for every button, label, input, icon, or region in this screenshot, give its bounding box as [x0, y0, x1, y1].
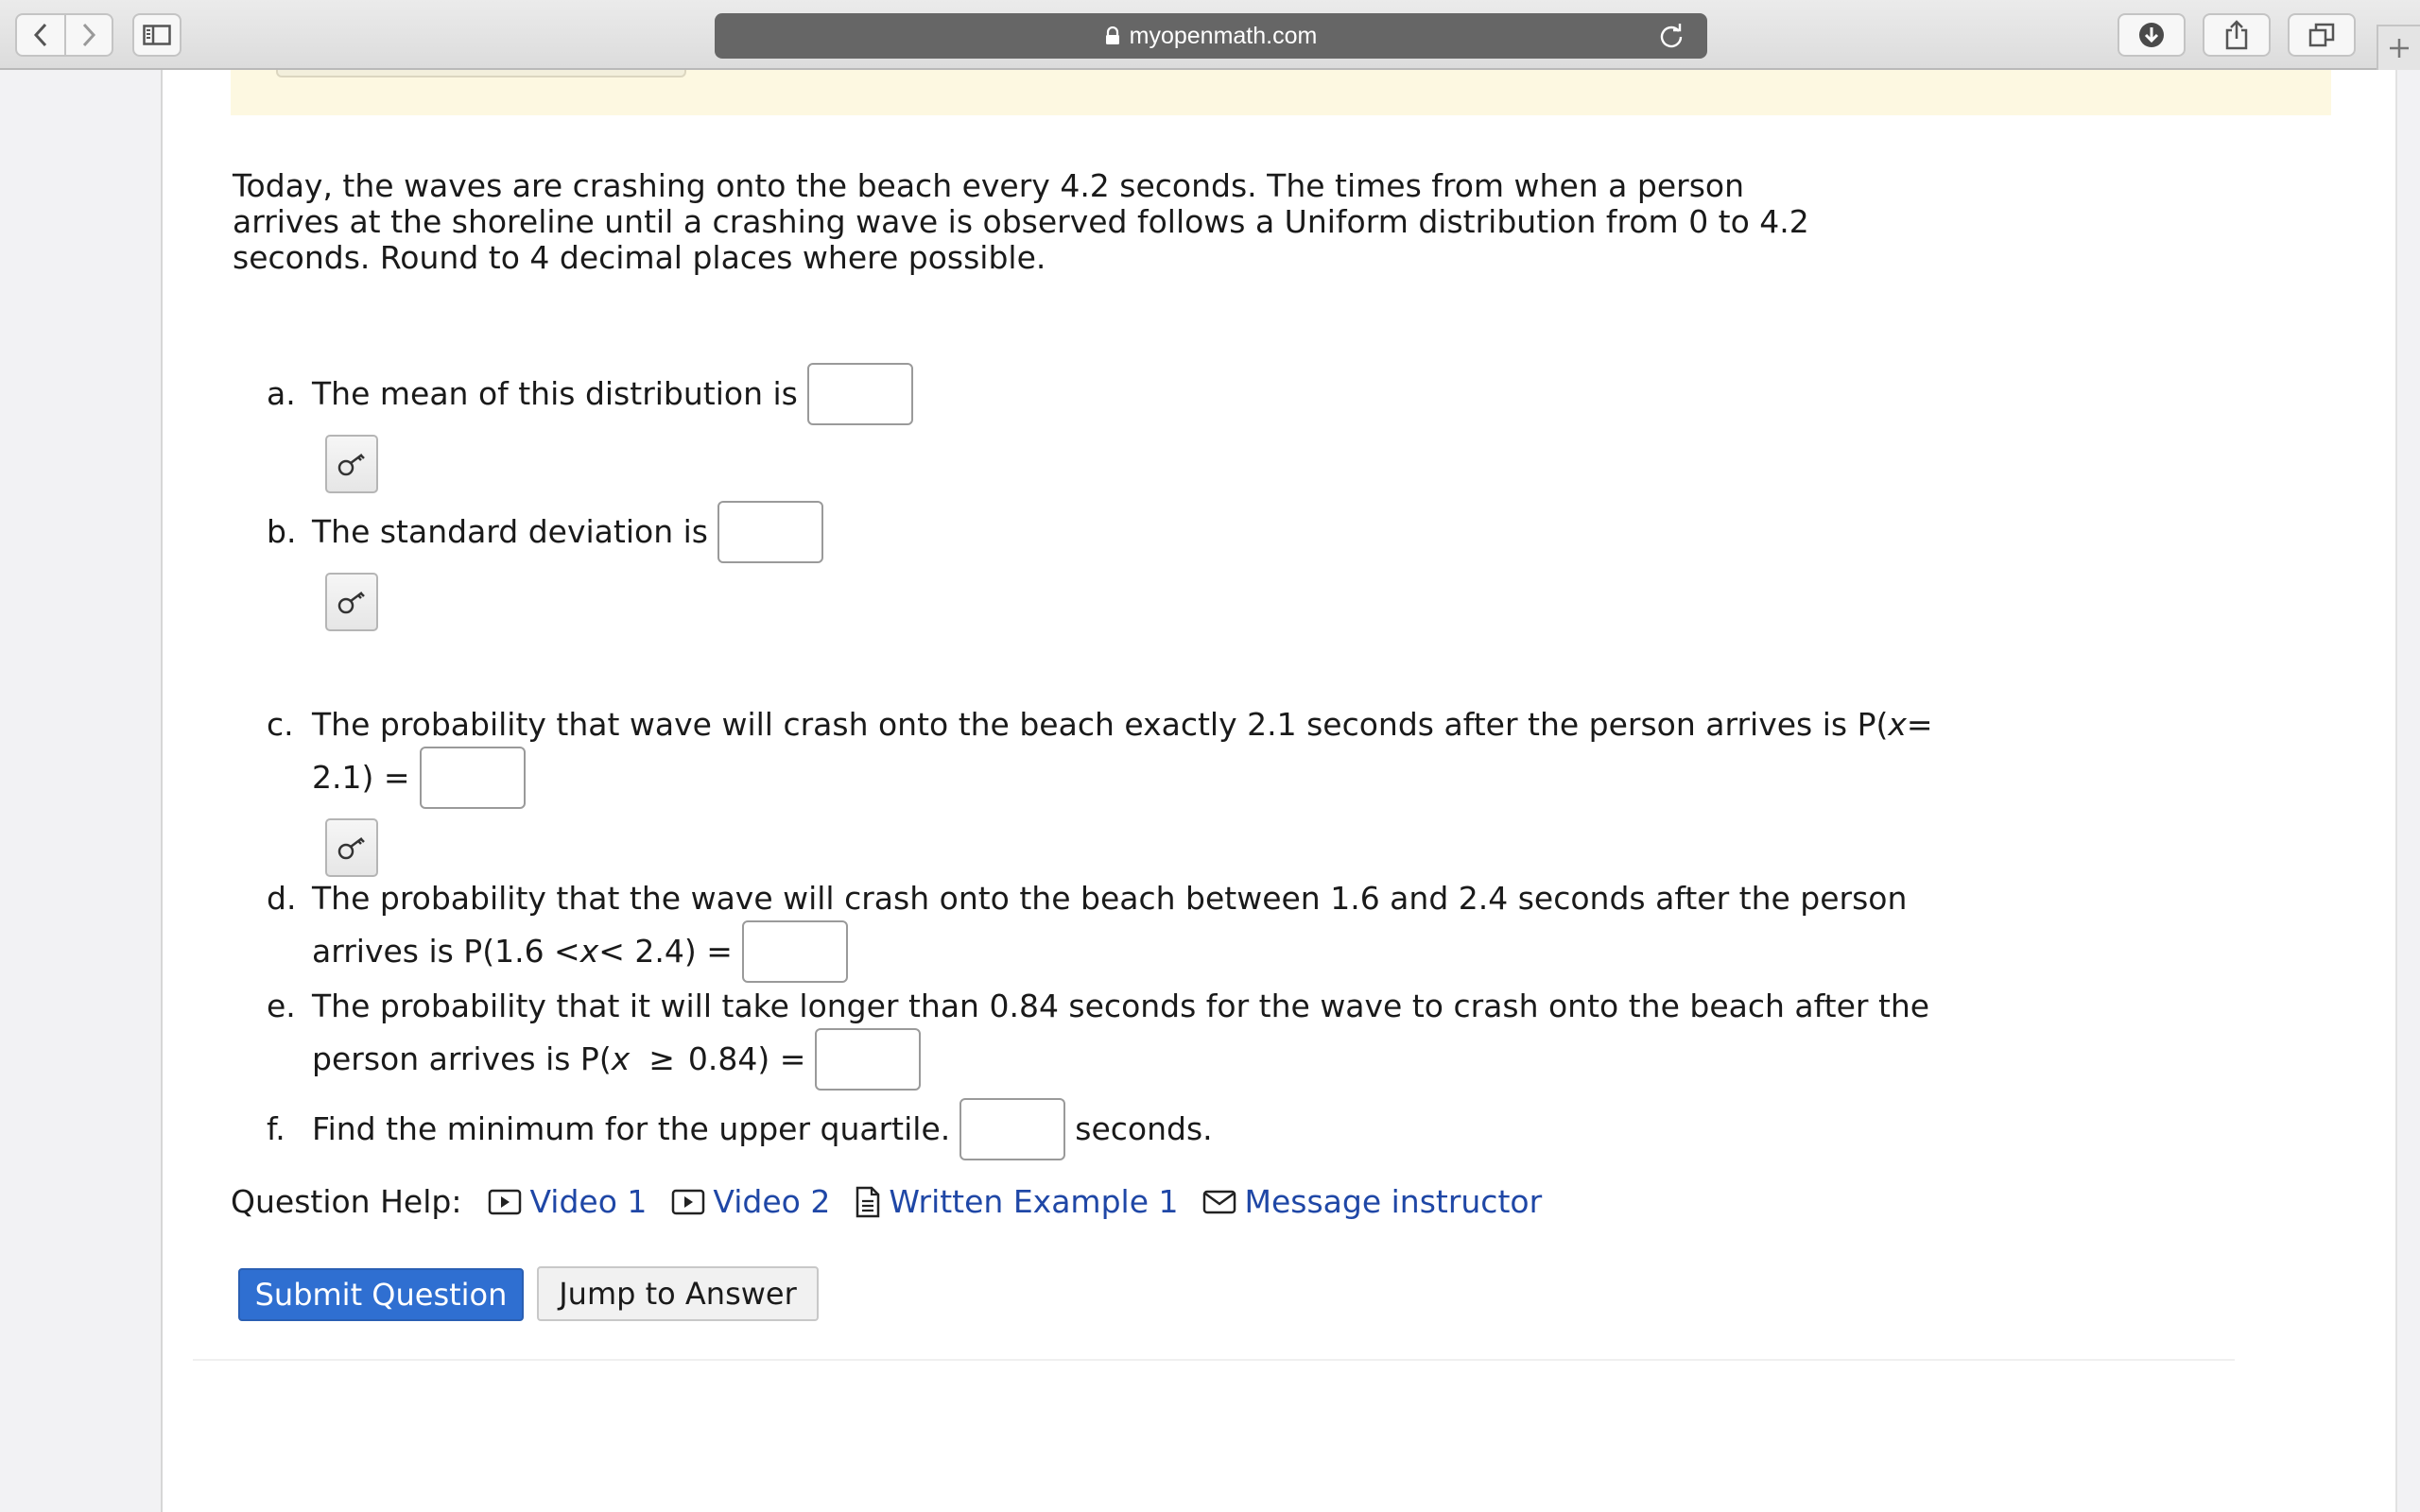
- question-text-post: < 2.4) =: [598, 933, 733, 970]
- help-link-video-2[interactable]: Video 2: [671, 1183, 830, 1221]
- help-link-video-1[interactable]: Video 1: [488, 1183, 647, 1221]
- question-text: The probability that wave will crash ont…: [312, 706, 1889, 743]
- play-icon: [488, 1188, 522, 1216]
- question-d-line2: arrives is P(1.6 < x < 2.4) =: [312, 920, 848, 983]
- tab-overview-button[interactable]: [2288, 13, 2356, 57]
- answer-input-d[interactable]: [741, 920, 848, 983]
- ge-symbol: ≥: [648, 1040, 675, 1077]
- question-help: Question Help: Video 1 Video 2 Written E…: [231, 1183, 1566, 1221]
- question-f: f. Find the minimum for the upper quarti…: [267, 1098, 1213, 1160]
- help-link-label: Message instructor: [1244, 1183, 1543, 1220]
- submit-question-button[interactable]: Submit Question: [238, 1268, 524, 1321]
- question-text: The probability that it will take longer…: [312, 988, 1930, 1024]
- help-link-written-example-1[interactable]: Written Example 1: [855, 1183, 1178, 1221]
- question-letter: c.: [267, 706, 294, 743]
- play-icon: [671, 1188, 705, 1216]
- envelope-icon: [1202, 1189, 1236, 1215]
- question-c-line2: 2.1) =: [312, 747, 526, 809]
- answer-input-e[interactable]: [815, 1028, 922, 1091]
- page-content: Today, the waves are crashing onto the b…: [161, 70, 2397, 1512]
- question-text: Find the minimum for the upper quartile.: [312, 1110, 951, 1147]
- question-d-line1: d. The probability that the wave will cr…: [267, 881, 1907, 917]
- question-text: arrives is P(1.6 <: [312, 933, 580, 970]
- preview-button-b[interactable]: [325, 573, 378, 631]
- lock-icon: [1105, 26, 1120, 45]
- new-tab-button[interactable]: [2377, 25, 2420, 70]
- help-link-label: Written Example 1: [889, 1183, 1179, 1220]
- question-letter: e.: [267, 988, 296, 1024]
- preview-button-c[interactable]: [325, 818, 378, 877]
- question-text: The mean of this distribution is: [312, 375, 798, 412]
- question-text: The probability that the wave will crash…: [312, 880, 1908, 917]
- key-icon: [337, 454, 365, 476]
- preview-button-a[interactable]: [325, 435, 378, 493]
- reload-icon[interactable]: [1658, 23, 1685, 49]
- sidebar-icon: [143, 25, 171, 45]
- key-icon: [337, 592, 365, 614]
- question-c-line1: c. The probability that wave will crash …: [267, 707, 1933, 743]
- question-letter: f.: [267, 1110, 285, 1147]
- url-text: myopenmath.com: [1129, 22, 1318, 49]
- variable-x: x: [579, 933, 599, 970]
- forward-button[interactable]: [64, 15, 112, 55]
- question-b: b. The standard deviation is: [267, 501, 823, 563]
- question-text-post: =: [1906, 706, 1933, 743]
- question-letter: a.: [267, 375, 296, 412]
- question-suffix: seconds.: [1075, 1110, 1213, 1147]
- variable-x: x: [611, 1040, 631, 1077]
- help-link-label: Video 2: [713, 1183, 831, 1220]
- download-icon: [2139, 23, 2164, 47]
- notice-tab-edge: [276, 70, 686, 77]
- address-bar[interactable]: myopenmath.com: [715, 13, 1707, 59]
- divider: [193, 1359, 2235, 1361]
- answer-input-c[interactable]: [419, 747, 526, 809]
- nav-button-group: [15, 13, 113, 57]
- share-button[interactable]: [2203, 13, 2271, 57]
- chevron-left-icon: [33, 23, 47, 47]
- question-text: 2.1) =: [312, 759, 410, 796]
- question-e-line1: e. The probability that it will take lon…: [267, 988, 1929, 1024]
- answer-input-a[interactable]: [806, 363, 913, 425]
- downloads-button[interactable]: [2118, 13, 2186, 57]
- help-link-message-instructor[interactable]: Message instructor: [1202, 1183, 1542, 1221]
- question-letter: d.: [267, 880, 297, 917]
- tabs-icon: [2308, 23, 2335, 47]
- question-letter: b.: [267, 513, 297, 550]
- help-link-label: Video 1: [529, 1183, 648, 1220]
- jump-to-answer-button[interactable]: Jump to Answer: [537, 1266, 819, 1321]
- key-icon: [337, 837, 365, 860]
- variable-x: x: [1888, 706, 1907, 743]
- question-prompt: Today, the waves are crashing onto the b…: [233, 167, 1809, 276]
- question-e-line2: person arrives is P(x ≥ 0.84) =: [312, 1028, 922, 1091]
- question-text-post: 0.84) =: [687, 1040, 806, 1077]
- question-text: person arrives is P(: [312, 1040, 612, 1077]
- question-text: The standard deviation is: [312, 513, 708, 550]
- chevron-right-icon: [82, 23, 96, 47]
- answer-input-b[interactable]: [717, 501, 823, 563]
- notice-banner: [231, 70, 2331, 115]
- browser-toolbar: myopenmath.com: [0, 0, 2420, 70]
- sidebar-toggle-button[interactable]: [132, 13, 182, 57]
- back-button[interactable]: [17, 15, 64, 55]
- answer-input-f[interactable]: [959, 1098, 1066, 1160]
- question-help-label: Question Help:: [231, 1183, 462, 1220]
- share-icon: [2225, 20, 2248, 50]
- plus-icon: [2390, 39, 2409, 58]
- document-icon: [855, 1186, 881, 1218]
- question-a: a. The mean of this distribution is: [267, 363, 913, 425]
